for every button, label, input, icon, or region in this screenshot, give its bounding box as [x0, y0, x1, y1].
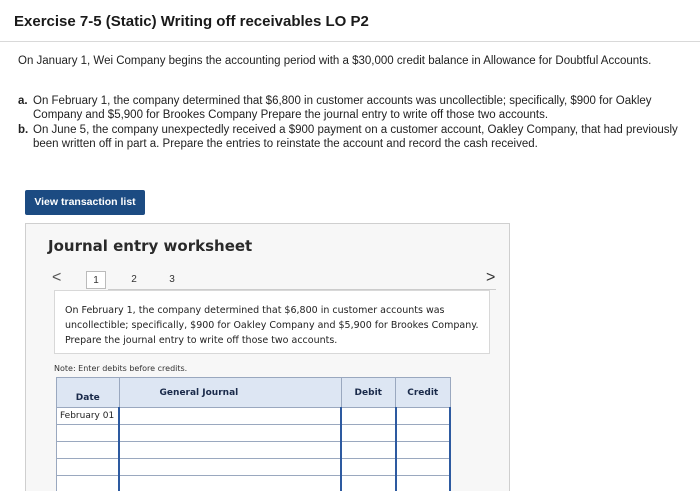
- question-text: On February 1, the company determined th…: [33, 95, 652, 121]
- table-row: February 01: [56, 407, 451, 425]
- debit-input[interactable]: [340, 424, 397, 442]
- debit-input[interactable]: [340, 458, 397, 476]
- debit-input[interactable]: [340, 441, 397, 459]
- general-journal-column-header: General Journal: [118, 377, 342, 408]
- account-input[interactable]: [118, 475, 343, 491]
- intro-text: On January 1, Wei Company begins the acc…: [18, 55, 652, 67]
- page-header: Exercise 7-5 (Static) Writing off receiv…: [0, 0, 700, 42]
- question-letter: b.: [18, 124, 29, 136]
- page-tab-1[interactable]: 1: [86, 271, 106, 289]
- credit-input[interactable]: [395, 424, 451, 442]
- table-row: [56, 441, 451, 459]
- page-tab-3[interactable]: 3: [162, 271, 182, 289]
- account-input[interactable]: [118, 458, 343, 476]
- table-row: [56, 475, 451, 491]
- account-input[interactable]: [118, 424, 343, 442]
- question-item-a: a. On February 1, the company determined…: [18, 94, 698, 122]
- view-transaction-list-button[interactable]: View transaction list: [25, 190, 145, 215]
- credit-input[interactable]: [395, 441, 451, 459]
- credit-input[interactable]: [395, 475, 451, 491]
- date-cell[interactable]: [56, 441, 120, 459]
- date-column-header: Date: [56, 377, 120, 408]
- next-arrow-icon[interactable]: >: [486, 269, 495, 287]
- date-cell[interactable]: [56, 475, 120, 491]
- question-list: a. On February 1, the company determined…: [18, 94, 698, 152]
- debit-input[interactable]: [340, 407, 397, 425]
- worksheet-title: Journal entry worksheet: [48, 237, 253, 255]
- table-row: [56, 424, 451, 442]
- credit-input[interactable]: [395, 407, 451, 425]
- table-row: [56, 458, 451, 476]
- question-letter: a.: [18, 95, 28, 107]
- entry-note: Note: Enter debits before credits.: [54, 364, 188, 373]
- question-item-b: b. On June 5, the company unexpectedly r…: [18, 123, 698, 151]
- transaction-prompt: On February 1, the company determined th…: [54, 290, 490, 354]
- question-text: On June 5, the company unexpectedly rece…: [33, 124, 678, 150]
- debit-column-header: Debit: [340, 377, 397, 408]
- date-cell[interactable]: February 01: [56, 407, 120, 425]
- date-cell[interactable]: [56, 458, 120, 476]
- exercise-title: Exercise 7-5 (Static) Writing off receiv…: [14, 13, 369, 30]
- credit-input[interactable]: [395, 458, 451, 476]
- journal-table: Date General Journal Debit Credit Februa…: [56, 377, 451, 491]
- worksheet-pager: < 1 2 3 >: [46, 269, 496, 291]
- account-input[interactable]: [118, 441, 343, 459]
- prev-arrow-icon[interactable]: <: [52, 269, 61, 287]
- debit-input[interactable]: [340, 475, 397, 491]
- account-input[interactable]: [118, 407, 343, 425]
- journal-entry-worksheet: Journal entry worksheet < 1 2 3 > On Feb…: [25, 223, 510, 491]
- date-cell[interactable]: [56, 424, 120, 442]
- page-tab-2[interactable]: 2: [124, 271, 144, 289]
- credit-column-header: Credit: [395, 377, 451, 408]
